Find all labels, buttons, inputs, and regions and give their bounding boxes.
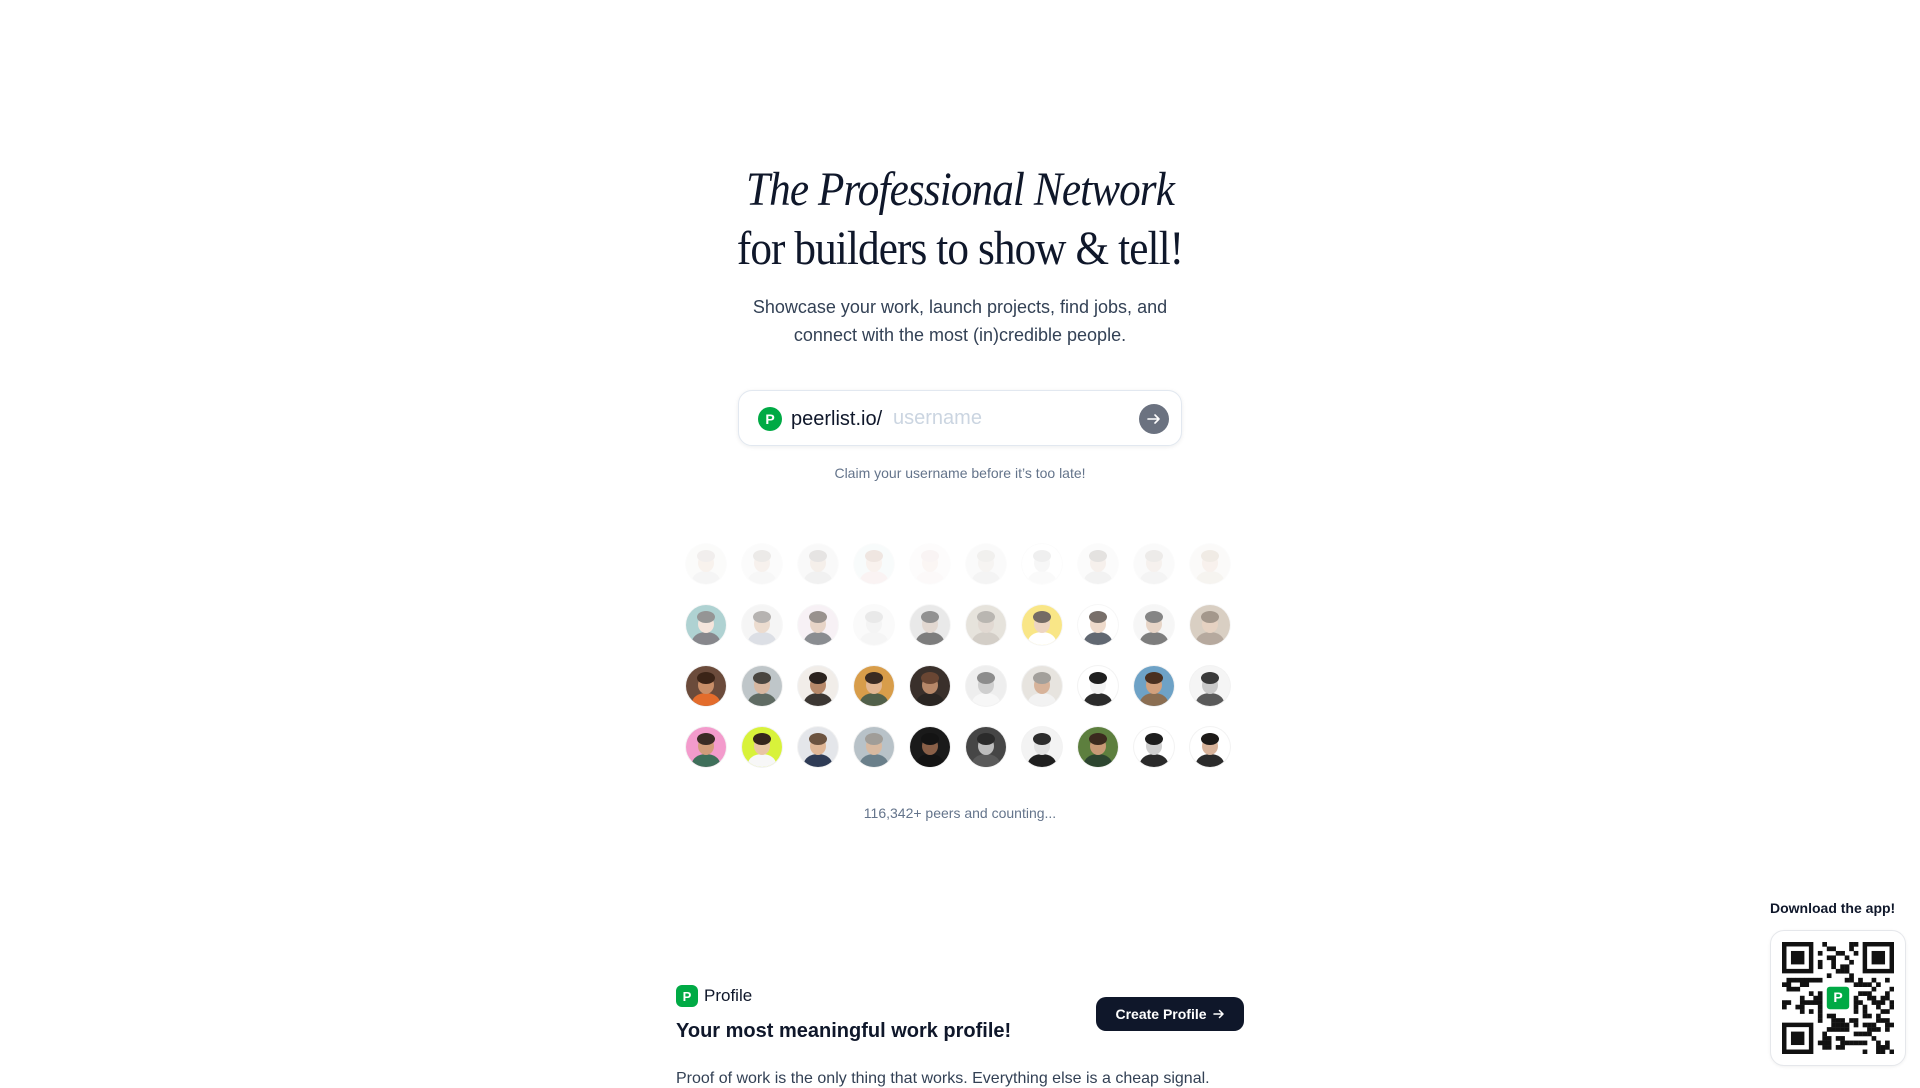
hero-title-line1: The Professional Network — [745, 163, 1175, 216]
peer-avatar — [966, 666, 1006, 706]
peer-avatar — [742, 727, 782, 767]
peer-avatar — [742, 666, 782, 706]
section-title: Your most meaningful work profile! — [676, 1020, 1012, 1042]
peer-avatar — [1022, 666, 1062, 706]
peer-avatar — [966, 605, 1006, 645]
peer-avatar — [1134, 666, 1174, 706]
peer-avatar — [910, 727, 950, 767]
peer-avatar — [686, 666, 726, 706]
peer-avatar — [1134, 727, 1174, 767]
peer-avatar — [854, 727, 894, 767]
create-profile-label: Create Profile — [1115, 1006, 1207, 1022]
username-input[interactable] — [893, 404, 1113, 432]
hero-title-line2: for builders to show & tell! — [736, 222, 1184, 275]
arrow-right-icon — [1212, 1009, 1224, 1019]
peer-avatar — [1190, 727, 1230, 767]
hero-subtitle: Showcase your work, launch projects, fin… — [752, 297, 1168, 345]
peer-avatar — [1078, 727, 1118, 767]
peer-avatar — [1190, 544, 1230, 584]
peer-avatar — [966, 544, 1006, 584]
peer-avatar — [966, 727, 1006, 767]
peer-avatar — [1022, 605, 1062, 645]
peer-avatar — [798, 605, 838, 645]
section-label-text: Profile — [704, 986, 753, 1005]
peer-avatar — [1022, 544, 1062, 584]
peer-avatar — [854, 605, 894, 645]
create-profile-button[interactable]: Create Profile — [1096, 997, 1244, 1031]
peer-avatar — [910, 605, 950, 645]
peer-avatar — [1078, 544, 1118, 584]
peer-avatar — [1078, 605, 1118, 645]
peer-avatar — [798, 544, 838, 584]
peer-avatar — [1078, 666, 1118, 706]
peer-avatar — [854, 544, 894, 584]
peerlist-logo-icon: P — [676, 985, 698, 1007]
qr-code[interactable]: P — [1770, 930, 1906, 1066]
peer-avatar — [1022, 727, 1062, 767]
peer-avatar — [742, 605, 782, 645]
peers-count: 116,342+ peers and counting... — [863, 805, 1057, 821]
peer-avatar — [686, 605, 726, 645]
download-label: Download the app! — [1770, 900, 1896, 916]
qr-logo-letter: P — [1833, 989, 1842, 1005]
peer-avatar — [1190, 666, 1230, 706]
peer-avatar — [798, 666, 838, 706]
peer-avatar — [910, 544, 950, 584]
peer-avatar — [686, 727, 726, 767]
peer-avatar — [798, 727, 838, 767]
peer-avatar — [910, 666, 950, 706]
claim-username-form: P peerlist.io/ — [738, 390, 1182, 446]
peer-avatar — [1190, 605, 1230, 645]
section-label: P Profile — [676, 984, 752, 1008]
peer-avatar — [1134, 605, 1174, 645]
peer-avatar — [742, 544, 782, 584]
peers-avatar-grid — [686, 544, 1234, 767]
section-description: Proof of work is the only thing that wor… — [676, 1070, 1210, 1087]
url-prefix: peerlist.io/ — [791, 408, 883, 430]
qr-code-icon: P — [1782, 942, 1894, 1054]
peerlist-logo-icon: P — [758, 407, 782, 431]
peer-avatar — [686, 544, 726, 584]
claim-hint: Claim your username before it’s too late… — [834, 465, 1086, 481]
claim-submit-button[interactable] — [1139, 404, 1169, 434]
peer-avatar — [1134, 544, 1174, 584]
arrow-right-icon — [1147, 414, 1160, 424]
peer-avatar — [854, 666, 894, 706]
